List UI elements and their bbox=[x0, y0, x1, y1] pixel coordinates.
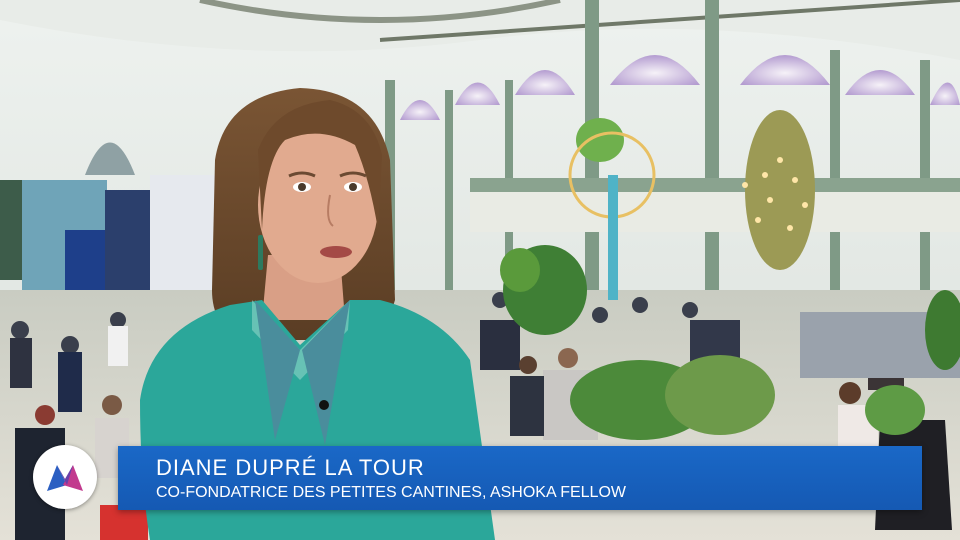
lower-third-banner: DIANE DUPRÉ LA TOUR CO-FONDATRICE DES PE… bbox=[118, 446, 922, 510]
speaker-name: DIANE DUPRÉ LA TOUR bbox=[156, 455, 425, 480]
m-logo-icon bbox=[33, 445, 97, 509]
speaker-title: CO-FONDATRICE DES PETITES CANTINES, ASHO… bbox=[156, 484, 626, 501]
